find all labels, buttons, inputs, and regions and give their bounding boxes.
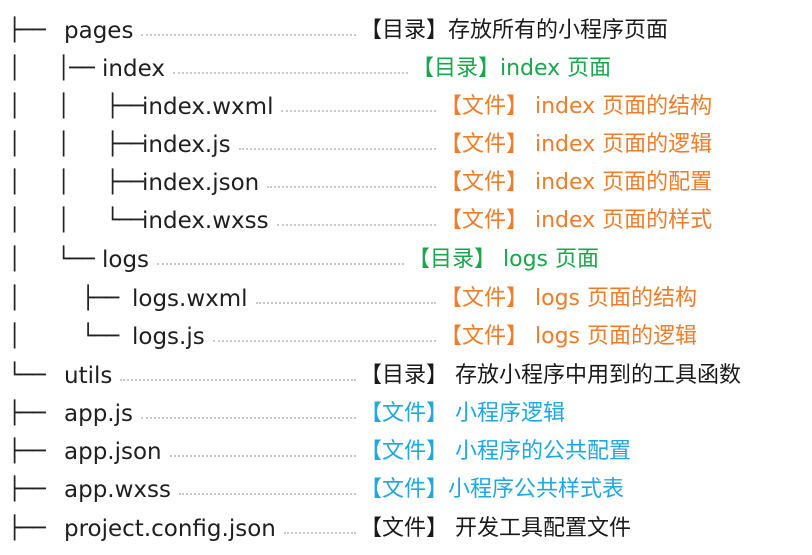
dotted-leader xyxy=(283,532,356,534)
tree-branch-connector: │ └── xyxy=(8,247,106,272)
tree-branch-connector: ├── xyxy=(8,439,57,464)
tree-row-project-config-json: ├── project.config.json 【文件】 开发工具配置文件 xyxy=(0,510,812,548)
tree-item-description: 【文件】 小程序的公共配置 xyxy=(360,439,631,464)
tree-item-name: project.config.json xyxy=(64,516,276,542)
tree-item-description: 【目录】index 页面 xyxy=(412,56,612,81)
tree-item-description: 【文件】 小程序逻辑 xyxy=(360,401,565,426)
tree-item-description: 【文件】 index 页面的结构 xyxy=(440,94,713,119)
tree-branch-connector: │ │ ├── xyxy=(8,94,155,119)
tree-item-name: app.json xyxy=(64,439,162,465)
tree-item-name: index.json xyxy=(142,170,260,196)
tree-branch-connector: │ │ ├── xyxy=(8,132,155,157)
tree-branch-connector: │ │ └── xyxy=(8,208,155,233)
tree-item-name: logs.wxml xyxy=(132,286,248,312)
tree-row-logs-js: │ └── logs.js 【文件】 logs 页面的逻辑 xyxy=(0,318,812,356)
tree-item-description: 【文件】 logs 页面的结构 xyxy=(440,286,697,311)
tree-row-utils: └── utils 【目录】 存放小程序中用到的工具函数 xyxy=(0,357,812,395)
dotted-leader xyxy=(120,379,356,381)
tree-item-name: logs xyxy=(102,247,150,273)
tree-row-index-wxml: │ │ ├── index.wxml 【文件】 index 页面的结构 xyxy=(0,88,812,126)
tree-branch-connector: ├── xyxy=(8,401,57,426)
tree-item-description: 【目录】存放所有的小程序页面 xyxy=(360,18,669,43)
tree-item-name: pages xyxy=(64,18,134,44)
tree-row-index: │ │── index 【目录】index 页面 xyxy=(0,50,812,88)
tree-row-app-js: ├── app.js 【文件】 小程序逻辑 xyxy=(0,395,812,433)
tree-item-name: logs.js xyxy=(132,324,205,350)
tree-item-name: index.js xyxy=(142,132,231,158)
tree-branch-connector: ├── xyxy=(8,18,57,43)
tree-row-logs-wxml: │ ├── logs.wxml 【文件】 logs 页面的结构 xyxy=(0,280,812,318)
dotted-leader xyxy=(169,455,356,457)
tree-item-description: 【文件】 index 页面的逻辑 xyxy=(440,132,713,157)
dotted-leader xyxy=(140,417,356,419)
tree-branch-connector: └── xyxy=(8,363,57,388)
tree-branch-connector: ├── xyxy=(8,477,57,502)
dotted-leader xyxy=(281,110,436,112)
tree-row-index-wxss: │ │ └── index.wxss 【文件】 index 页面的样式 xyxy=(0,202,812,240)
dotted-leader xyxy=(238,148,436,150)
tree-item-name: index.wxss xyxy=(142,208,269,234)
dotted-leader xyxy=(212,340,436,342)
tree-row-app-json: ├── app.json 【文件】 小程序的公共配置 xyxy=(0,433,812,471)
tree-branch-connector: │ │ ├── xyxy=(8,170,155,195)
project-directory-tree: ├── pages 【目录】存放所有的小程序页面 │ │── index 【目录】in… xyxy=(0,0,812,555)
dotted-leader xyxy=(267,186,436,188)
tree-item-description: 【文件】 开发工具配置文件 xyxy=(360,516,631,541)
tree-row-pages: ├── pages 【目录】存放所有的小程序页面 xyxy=(0,12,812,50)
dotted-leader xyxy=(157,263,404,265)
tree-item-name: app.js xyxy=(64,401,133,427)
tree-branch-connector: │ └── xyxy=(8,324,131,349)
tree-item-name: index.wxml xyxy=(142,94,274,120)
tree-item-name: index xyxy=(102,56,165,82)
dotted-leader xyxy=(255,302,436,304)
tree-item-description: 【文件】 logs 页面的逻辑 xyxy=(440,324,697,349)
tree-item-description: 【目录】 logs 页面 xyxy=(408,247,599,272)
dotted-leader xyxy=(276,224,436,226)
tree-row-app-wxss: ├── app.wxss 【文件】小程序公共样式表 xyxy=(0,471,812,509)
tree-row-index-json: │ │ ├── index.json 【文件】 index 页面的配置 xyxy=(0,164,812,202)
tree-row-index-js: │ │ ├── index.js 【文件】 index 页面的逻辑 xyxy=(0,126,812,164)
dotted-leader xyxy=(179,493,356,495)
tree-branch-connector: │ ├── xyxy=(8,286,131,311)
dotted-leader xyxy=(172,72,408,74)
tree-item-name: app.wxss xyxy=(64,477,171,503)
dotted-leader xyxy=(141,34,356,36)
tree-item-description: 【文件】 index 页面的样式 xyxy=(440,208,713,233)
tree-branch-connector: │ │── xyxy=(8,56,106,81)
tree-item-name: utils xyxy=(64,363,113,389)
tree-row-logs: │ └── logs 【目录】 logs 页面 xyxy=(0,241,812,279)
tree-branch-connector: ├── xyxy=(8,516,57,541)
tree-item-description: 【文件】 index 页面的配置 xyxy=(440,170,713,195)
tree-item-description: 【目录】 存放小程序中用到的工具函数 xyxy=(360,363,741,388)
tree-item-description: 【文件】小程序公共样式表 xyxy=(360,477,625,502)
